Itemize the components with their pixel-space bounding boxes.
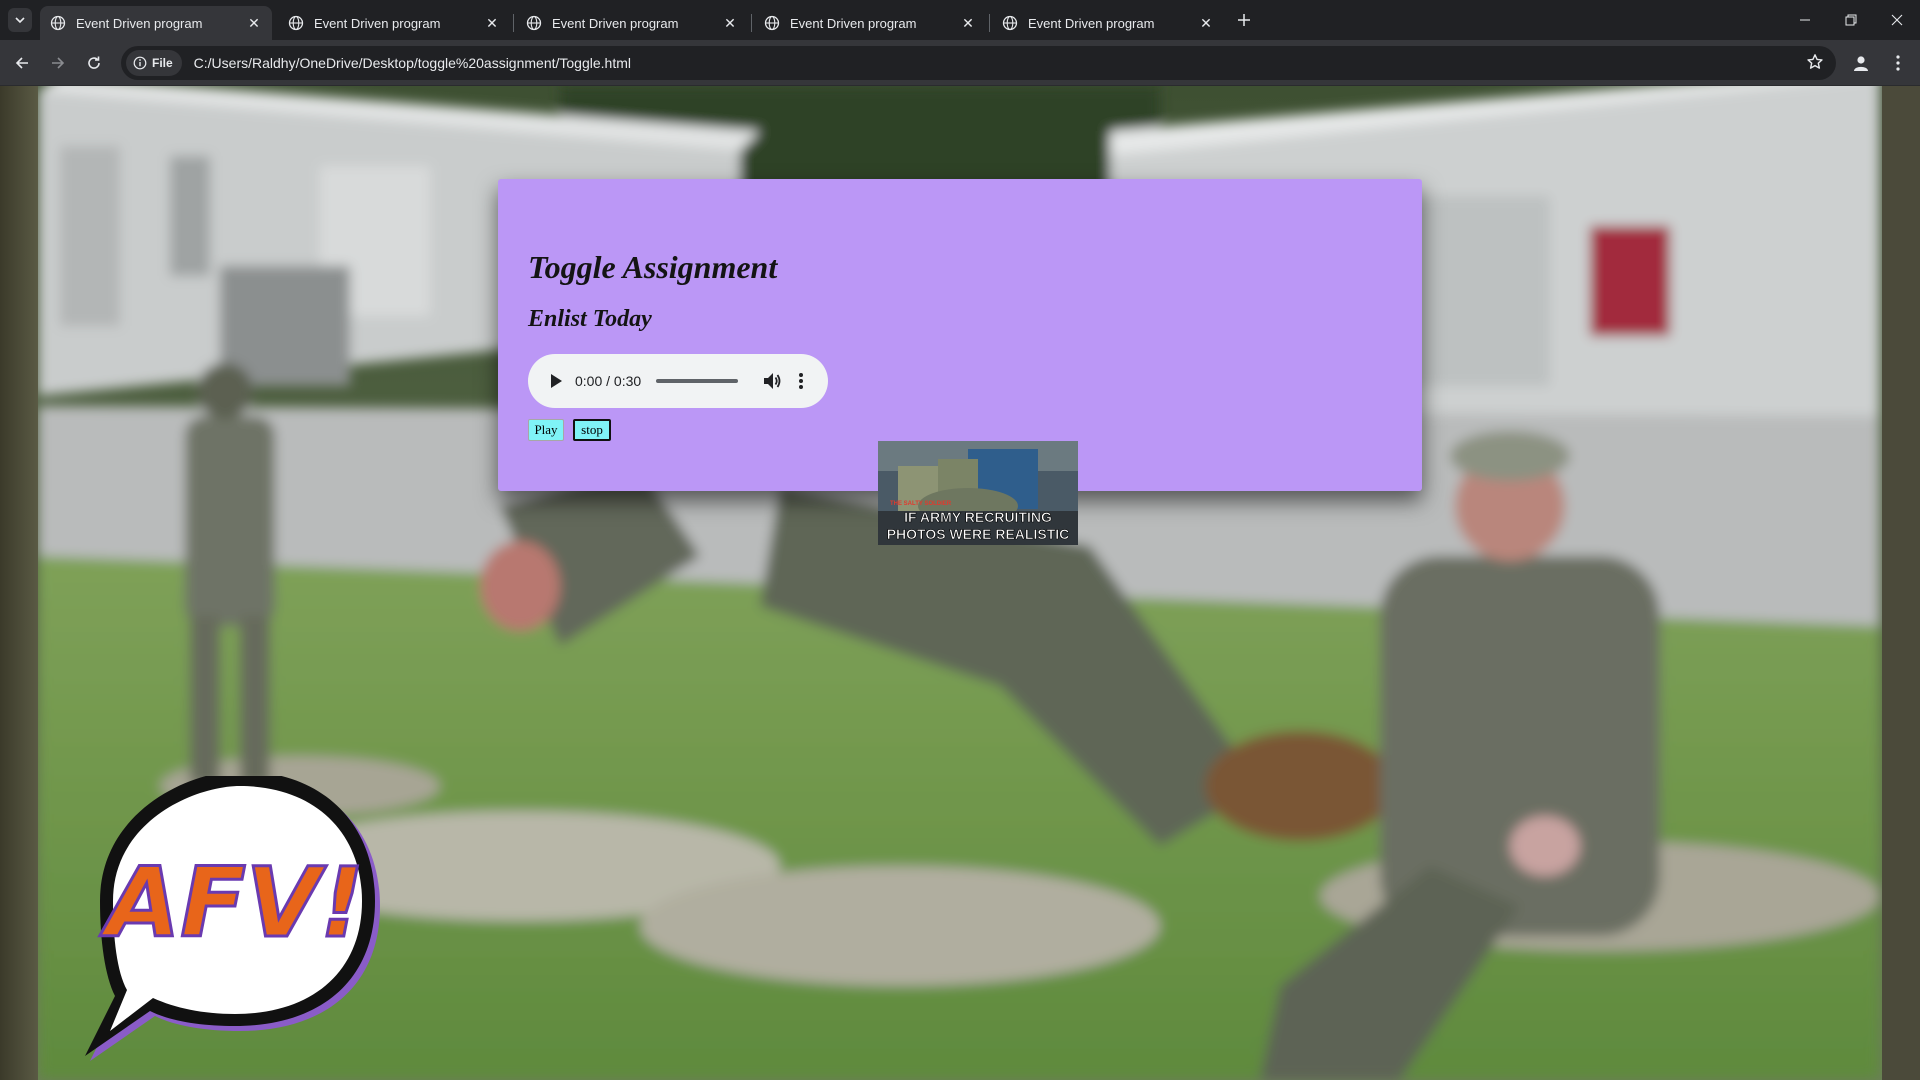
afv-logo: AFV!	[85, 776, 380, 1061]
audio-time-display: 0:00 / 0:30	[575, 373, 642, 389]
audio-mute-button[interactable]	[761, 370, 783, 392]
site-chip-label: File	[152, 56, 173, 70]
profile-button[interactable]	[1845, 47, 1877, 79]
tab-5[interactable]: Event Driven program ✕	[992, 6, 1224, 40]
tab-3[interactable]: Event Driven program ✕	[516, 6, 748, 40]
site-info-chip[interactable]: File	[126, 50, 182, 76]
globe-icon	[50, 15, 66, 31]
tab-separator	[751, 14, 752, 32]
audio-player[interactable]: 0:00 / 0:30	[528, 354, 828, 408]
tab-title: Event Driven program	[314, 15, 441, 31]
audio-play-button[interactable]	[546, 371, 566, 391]
browser-toolbar: File C:/Users/Raldhy/OneDrive/Desktop/to…	[0, 40, 1920, 86]
browser-menu-button[interactable]	[1882, 47, 1914, 79]
page-title: Toggle Assignment	[528, 249, 778, 285]
tab-strip: Event Driven program ✕ Event Driven prog…	[0, 0, 1920, 40]
info-icon	[133, 56, 147, 70]
page-viewport: Toggle Assignment Enlist Today 0:00 / 0:…	[0, 86, 1920, 1080]
bookmark-button[interactable]	[1806, 53, 1824, 76]
kebab-menu-icon	[1896, 55, 1900, 71]
meme-image: THE SALTY SOLDIER IF ARMY RECRUITING PHO…	[878, 441, 1078, 545]
globe-icon	[764, 15, 780, 31]
close-window-button[interactable]	[1874, 0, 1920, 40]
tab-title: Event Driven program	[552, 15, 679, 31]
tab-close-icon[interactable]: ✕	[246, 15, 262, 31]
tab-title: Event Driven program	[76, 15, 203, 31]
tab-title: Event Driven program	[1028, 15, 1155, 31]
tab-1[interactable]: Event Driven program ✕	[40, 6, 272, 40]
meme-caption-line2: PHOTOS WERE REALISTIC	[887, 526, 1070, 542]
chevron-down-icon	[15, 17, 25, 24]
tab-close-icon[interactable]: ✕	[1198, 15, 1214, 31]
minimize-button[interactable]	[1782, 0, 1828, 40]
plus-icon	[1238, 14, 1250, 26]
restore-button[interactable]	[1828, 0, 1874, 40]
kebab-menu-icon	[799, 373, 803, 389]
stop-button[interactable]: stop	[573, 419, 611, 441]
audio-options-button[interactable]	[796, 370, 806, 392]
volume-icon	[764, 373, 781, 389]
meme-top-text: THE SALTY SOLDIER	[890, 501, 952, 507]
reload-button[interactable]	[78, 47, 110, 79]
audio-seek-bar[interactable]	[656, 379, 738, 383]
tab-title: Event Driven program	[790, 15, 917, 31]
tab-separator	[513, 14, 514, 32]
restore-icon	[1845, 14, 1857, 26]
url-text[interactable]: C:/Users/Raldhy/OneDrive/Desktop/toggle%…	[194, 55, 631, 71]
tab-4[interactable]: Event Driven program ✕	[754, 6, 986, 40]
tab-close-icon[interactable]: ✕	[960, 15, 976, 31]
globe-icon	[288, 15, 304, 31]
globe-icon	[1002, 15, 1018, 31]
play-icon	[551, 374, 562, 388]
play-button[interactable]: Play	[528, 419, 564, 441]
forward-button[interactable]	[42, 47, 74, 79]
back-button[interactable]	[6, 47, 38, 79]
meme-caption-line1: IF ARMY RECRUITING	[904, 509, 1052, 525]
reload-icon	[88, 56, 100, 69]
back-arrow-icon	[15, 57, 28, 69]
tab-2[interactable]: Event Driven program ✕	[278, 6, 510, 40]
tab-close-icon[interactable]: ✕	[722, 15, 738, 31]
afv-logo-text: AFV!	[99, 847, 364, 959]
close-icon	[1891, 14, 1903, 26]
tab-search-button[interactable]	[8, 8, 32, 32]
minimize-icon	[1800, 19, 1810, 21]
forward-arrow-icon	[52, 57, 65, 69]
new-tab-button[interactable]	[1232, 8, 1256, 32]
globe-icon	[526, 15, 542, 31]
tab-close-icon[interactable]: ✕	[484, 15, 500, 31]
page-subtitle: Enlist Today	[528, 306, 652, 332]
address-bar[interactable]: File C:/Users/Raldhy/OneDrive/Desktop/to…	[121, 46, 1836, 80]
star-icon	[1807, 54, 1823, 69]
profile-icon	[1854, 56, 1868, 71]
tab-separator	[989, 14, 990, 32]
